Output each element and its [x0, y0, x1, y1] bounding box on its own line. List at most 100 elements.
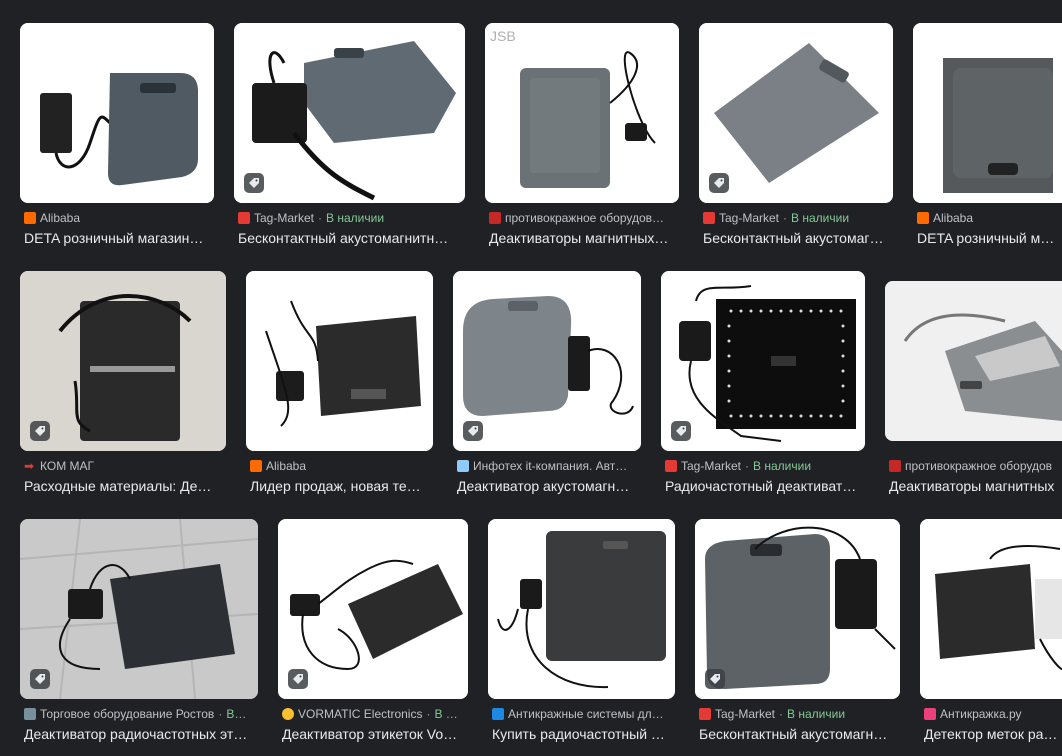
product-image	[20, 23, 214, 203]
result-source[interactable]: Антикражка.ру	[924, 706, 1062, 722]
product-image	[920, 519, 1062, 699]
separator-dot: ·	[745, 459, 750, 473]
result-source[interactable]: Tag-Market · В наличии	[238, 210, 465, 226]
result-title[interactable]: Деактиватор акустомагн…	[457, 476, 637, 496]
source-name: КОМ МАГ	[40, 459, 95, 473]
site-favicon-icon	[699, 708, 711, 720]
site-favicon-icon	[703, 212, 715, 224]
source-name: Tag-Market	[719, 211, 780, 225]
result-source[interactable]: Tag-Market · В наличии	[703, 210, 893, 226]
result-card[interactable]: Tag-Market · В наличии Бесконтактный аку…	[699, 23, 893, 253]
stock-status: В наличии	[787, 707, 846, 721]
site-favicon-icon	[457, 460, 469, 472]
result-thumbnail[interactable]	[661, 271, 865, 451]
shopping-tag-icon	[671, 421, 691, 441]
site-favicon-icon	[282, 708, 294, 720]
result-title[interactable]: Расходные материалы: Де…	[24, 476, 222, 496]
result-thumbnail[interactable]	[234, 23, 465, 203]
result-title[interactable]: Лидер продаж, новая те…	[250, 476, 429, 496]
result-source[interactable]: Alibaba	[917, 210, 1062, 226]
product-image	[913, 23, 1062, 203]
site-favicon-icon	[489, 212, 501, 224]
result-thumbnail[interactable]	[699, 23, 893, 203]
result-title[interactable]: DETA розничный магазин…	[24, 228, 210, 248]
result-thumbnail[interactable]	[20, 271, 226, 451]
result-card[interactable]: Alibaba DETA розничный магазин…	[20, 23, 214, 253]
shopping-tag-icon	[244, 173, 264, 193]
result-source[interactable]: Антикражные системы дл…	[492, 706, 675, 722]
shopping-tag-icon	[709, 173, 729, 193]
result-card[interactable]: Tag-Market · В наличии Бесконтактный аку…	[695, 519, 900, 749]
product-image	[20, 271, 226, 451]
result-thumbnail[interactable]	[20, 23, 214, 203]
source-name: Инфотех it-компания. Авт…	[473, 459, 628, 473]
product-image	[20, 519, 258, 699]
result-card[interactable]: VORMATIC Electronics · В … Деактиватор э…	[278, 519, 468, 749]
result-title[interactable]: Детектор меток ради	[924, 724, 1058, 744]
result-source[interactable]: Alibaba	[250, 458, 433, 474]
result-thumbnail[interactable]	[278, 519, 468, 699]
source-name: Tag-Market	[254, 211, 315, 225]
result-source[interactable]: Tag-Market · В наличии	[665, 458, 865, 474]
result-card[interactable]: Alibaba DETA розничный магаз	[913, 23, 1062, 253]
result-thumbnail[interactable]	[246, 271, 433, 451]
result-title[interactable]: Бесконтактный акустомагн…	[699, 724, 896, 744]
result-source[interactable]: VORMATIC Electronics · В …	[282, 706, 468, 722]
source-name: Антикражные системы дл…	[508, 707, 664, 721]
result-card[interactable]: JSB противокражное оборудов… Деактиватор…	[485, 23, 679, 253]
product-image	[234, 23, 465, 203]
stock-status: В наличии	[753, 459, 812, 473]
result-card[interactable]: Антикражные системы дл… Купить радиочаст…	[488, 519, 675, 749]
result-thumbnail[interactable]	[695, 519, 900, 699]
result-title[interactable]: Деактиваторы магнитных	[889, 476, 1058, 496]
result-source[interactable]: противокражное оборудов…	[489, 210, 679, 226]
result-title[interactable]: Деактиватор радиочастотных эт…	[24, 724, 254, 744]
result-card[interactable]: Торговое оборудование Ростов · В… Деакти…	[20, 519, 258, 749]
source-name: Alibaba	[40, 211, 81, 225]
result-source[interactable]: Alibaba	[24, 210, 214, 226]
result-thumbnail[interactable]: JSB	[485, 23, 679, 203]
result-thumbnail[interactable]	[885, 281, 1062, 441]
product-image	[246, 271, 433, 451]
result-title[interactable]: Деактиватор этикеток Vo…	[282, 724, 464, 744]
source-name: Alibaba	[933, 211, 974, 225]
site-favicon-icon	[917, 212, 929, 224]
result-title[interactable]: Бесконтактный акустомаг…	[703, 228, 889, 248]
result-card[interactable]: ➡ КОМ МАГ Расходные материалы: Де…	[20, 271, 226, 501]
source-name: Alibaba	[266, 459, 307, 473]
result-source[interactable]: ➡ КОМ МАГ	[24, 458, 226, 474]
result-card[interactable]: Tag-Market · В наличии Бесконтактный аку…	[234, 23, 465, 253]
result-title[interactable]: Бесконтактный акустомагнитн…	[238, 228, 461, 248]
separator-dot: ·	[318, 211, 323, 225]
product-image	[695, 519, 900, 699]
result-title[interactable]: DETA розничный магаз	[917, 228, 1058, 248]
result-title[interactable]: Купить радиочастотный …	[492, 724, 671, 744]
result-thumbnail[interactable]	[488, 519, 675, 699]
shopping-tag-icon	[463, 421, 483, 441]
result-card[interactable]: Alibaba Лидер продаж, новая те…	[246, 271, 433, 501]
result-card[interactable]: Антикражка.ру Детектор меток ради	[920, 519, 1062, 749]
result-card[interactable]: противокражное оборудов Деактиваторы маг…	[885, 271, 1062, 501]
result-source[interactable]: Инфотех it-компания. Авт…	[457, 458, 641, 474]
result-card[interactable]: Tag-Market · В наличии Радиочастотный де…	[661, 271, 865, 501]
site-favicon-icon	[665, 460, 677, 472]
result-thumbnail[interactable]	[913, 23, 1062, 203]
product-image	[885, 281, 1062, 441]
result-source[interactable]: противокражное оборудов	[889, 458, 1062, 474]
result-source[interactable]: Торговое оборудование Ростов · В…	[24, 706, 258, 722]
source-name: Tag-Market	[681, 459, 742, 473]
result-thumbnail[interactable]	[453, 271, 641, 451]
source-name: VORMATIC Electronics	[298, 707, 423, 721]
source-name: Tag-Market	[715, 707, 776, 721]
result-thumbnail[interactable]	[920, 519, 1062, 699]
result-card[interactable]: Инфотех it-компания. Авт… Деактиватор ак…	[453, 271, 641, 501]
site-favicon-icon	[492, 708, 504, 720]
result-title[interactable]: Радиочастотный деактиват…	[665, 476, 861, 496]
source-name: Антикражка.ру	[940, 707, 1022, 721]
result-title[interactable]: Деактиваторы магнитных…	[489, 228, 675, 248]
site-favicon-icon	[924, 708, 936, 720]
source-name: противокражное оборудов	[905, 459, 1053, 473]
result-source[interactable]: Tag-Market · В наличии	[699, 706, 900, 722]
separator-dot: ·	[779, 707, 784, 721]
result-thumbnail[interactable]	[20, 519, 258, 699]
